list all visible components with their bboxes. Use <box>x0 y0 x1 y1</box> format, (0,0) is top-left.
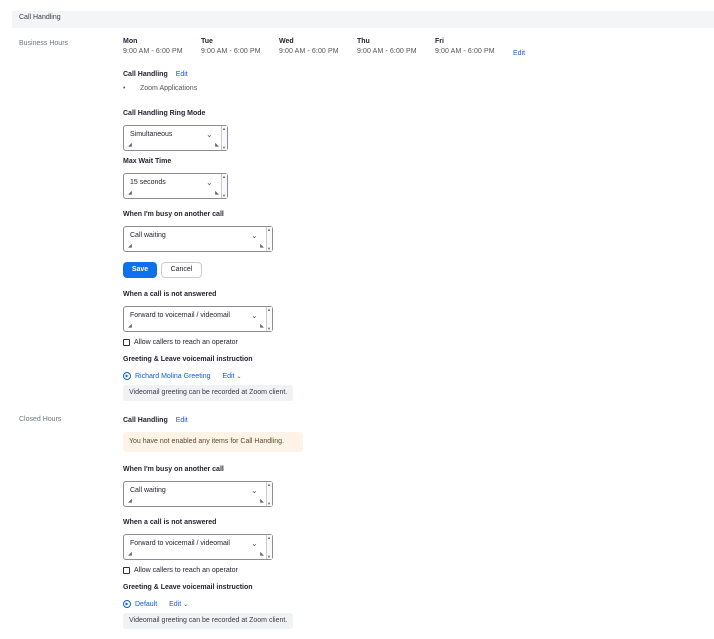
chevron-down-icon: ⌄ <box>251 311 258 320</box>
closed-hours-label: Closed Hours <box>19 416 62 423</box>
day-time: 9:00 AM - 6:00 PM <box>435 48 495 55</box>
resize-right-icon: ◣ <box>260 551 264 557</box>
allow-operator-checkbox[interactable] <box>123 339 130 346</box>
chevron-down-icon[interactable]: ⌄ <box>236 374 241 380</box>
greeting-edit-link[interactable]: Edit <box>222 373 234 380</box>
closed-busy-select[interactable]: Call waiting ⌄ ◢ ◣ ▲ ▼ <box>123 481 273 507</box>
resize-right-icon: ◣ <box>260 243 264 249</box>
resize-left-icon: ◢ <box>128 498 132 504</box>
resize-left-icon: ◢ <box>128 142 132 148</box>
section-header: Call Handling <box>12 11 714 28</box>
day-fri: Fri 9:00 AM - 6:00 PM <box>435 38 495 55</box>
max-wait-select[interactable]: 15 seconds ⌄ ◢ ◣ ▲ ▼ <box>123 173 228 199</box>
resize-right-icon: ◣ <box>215 190 219 196</box>
not-answered-select[interactable]: Forward to voicemail / videomail ⌄ ◢ ◣ ▲… <box>123 306 273 332</box>
day-time: 9:00 AM - 6:00 PM <box>201 48 261 55</box>
closed-not-answered-value: Forward to voicemail / videomail <box>130 540 230 547</box>
day-tue: Tue 9:00 AM - 6:00 PM <box>201 38 261 55</box>
scrollbar[interactable]: ▲ ▼ <box>221 174 227 198</box>
play-circle-icon[interactable]: ▶ <box>123 600 131 608</box>
day-time: 9:00 AM - 6:00 PM <box>123 48 183 55</box>
call-handling-label: Call Handling <box>123 71 168 78</box>
resize-right-icon: ◣ <box>260 498 264 504</box>
not-answered-value: Forward to voicemail / videomail <box>130 312 230 319</box>
greeting-name-link[interactable]: Richard Molina Greeting <box>135 373 210 380</box>
greeting-label: Greeting & Leave voicemail instruction <box>123 356 253 363</box>
closed-greeting-edit-link[interactable]: Edit <box>169 601 181 608</box>
closed-allow-operator-checkbox[interactable] <box>123 567 130 574</box>
closed-greeting-row: ▶ Default Edit ⌄ <box>123 600 188 608</box>
busy-select[interactable]: Call waiting ⌄ ◢ ◣ ▲ ▼ <box>123 226 273 252</box>
max-wait-label: Max Wait Time <box>123 158 172 165</box>
chevron-down-icon: ⌄ <box>251 486 258 495</box>
closed-allow-operator-label: Allow callers to reach an operator <box>134 567 238 574</box>
scrollbar[interactable]: ▲ ▼ <box>266 307 272 331</box>
closed-greeting-name-link[interactable]: Default <box>135 601 157 608</box>
max-wait-value: 15 seconds <box>130 179 166 186</box>
day-name: Thu <box>357 38 370 45</box>
day-time: 9:00 AM - 6:00 PM <box>279 48 339 55</box>
resize-left-icon: ◢ <box>128 323 132 329</box>
greeting-row: ▶ Richard Molina Greeting Edit ⌄ <box>123 372 241 380</box>
section-title: Call Handling <box>19 14 61 21</box>
call-handling-warning: You have not enabled any items for Call … <box>123 432 303 452</box>
cancel-button[interactable]: Cancel <box>161 262 202 278</box>
closed-call-handling-heading: Call Handling Edit <box>123 417 188 424</box>
chevron-down-icon: ⌄ <box>206 130 213 139</box>
call-handling-edit-link[interactable]: Edit <box>176 71 188 78</box>
greeting-note: Videomail greeting can be recorded at Zo… <box>123 385 294 401</box>
closed-greeting-label: Greeting & Leave voicemail instruction <box>123 584 253 591</box>
day-wed: Wed 9:00 AM - 6:00 PM <box>279 38 339 55</box>
scrollbar[interactable]: ▲ ▼ <box>266 482 272 506</box>
resize-right-icon: ◣ <box>215 142 219 148</box>
chevron-down-icon: ⌄ <box>251 231 258 240</box>
ring-mode-label: Call Handling Ring Mode <box>123 110 206 117</box>
chevron-down-icon: ⌄ <box>251 539 258 548</box>
day-thu: Thu 9:00 AM - 6:00 PM <box>357 38 417 55</box>
closed-busy-label: When I'm busy on another call <box>123 466 224 473</box>
ring-mode-select[interactable]: Simultaneous ⌄ ◢ ◣ ▲ ▼ <box>123 125 228 151</box>
resize-right-icon: ◣ <box>260 323 264 329</box>
busy-label: When I'm busy on another call <box>123 211 224 218</box>
bullet: • <box>123 85 126 92</box>
day-name: Fri <box>435 38 444 45</box>
resize-left-icon: ◢ <box>128 243 132 249</box>
call-handling-heading: Call Handling Edit <box>123 71 188 78</box>
scrollbar[interactable]: ▲ ▼ <box>266 227 272 251</box>
play-circle-icon[interactable]: ▶ <box>123 372 131 380</box>
not-answered-label: When a call is not answered <box>123 291 217 298</box>
business-hours-label: Business Hours <box>19 40 69 47</box>
day-time: 9:00 AM - 6:00 PM <box>357 48 417 55</box>
resize-left-icon: ◢ <box>128 551 132 557</box>
day-name: Wed <box>279 38 294 45</box>
day-name: Tue <box>201 38 213 45</box>
chevron-down-icon[interactable]: ⌄ <box>183 602 188 608</box>
day-mon: Mon 9:00 AM - 6:00 PM <box>123 38 183 55</box>
call-handling-item: Zoom Applications <box>140 85 198 92</box>
allow-operator-label: Allow callers to reach an operator <box>134 339 238 346</box>
closed-not-answered-select[interactable]: Forward to voicemail / videomail ⌄ ◢ ◣ ▲… <box>123 534 273 560</box>
closed-greeting-note: Videomail greeting can be recorded at Zo… <box>123 613 294 629</box>
day-name: Mon <box>123 38 138 45</box>
save-button[interactable]: Save <box>123 262 157 278</box>
closed-not-answered-label: When a call is not answered <box>123 519 217 526</box>
closed-call-handling-label: Call Handling <box>123 417 168 424</box>
ring-mode-value: Simultaneous <box>130 131 173 138</box>
scrollbar[interactable]: ▲ ▼ <box>221 126 227 150</box>
scrollbar[interactable]: ▲ ▼ <box>266 535 272 559</box>
resize-left-icon: ◢ <box>128 190 132 196</box>
edit-hours-link[interactable]: Edit <box>513 50 525 57</box>
closed-call-handling-edit-link[interactable]: Edit <box>176 417 188 424</box>
closed-busy-value: Call waiting <box>130 487 166 494</box>
chevron-down-icon: ⌄ <box>206 178 213 187</box>
busy-value: Call waiting <box>130 232 166 239</box>
